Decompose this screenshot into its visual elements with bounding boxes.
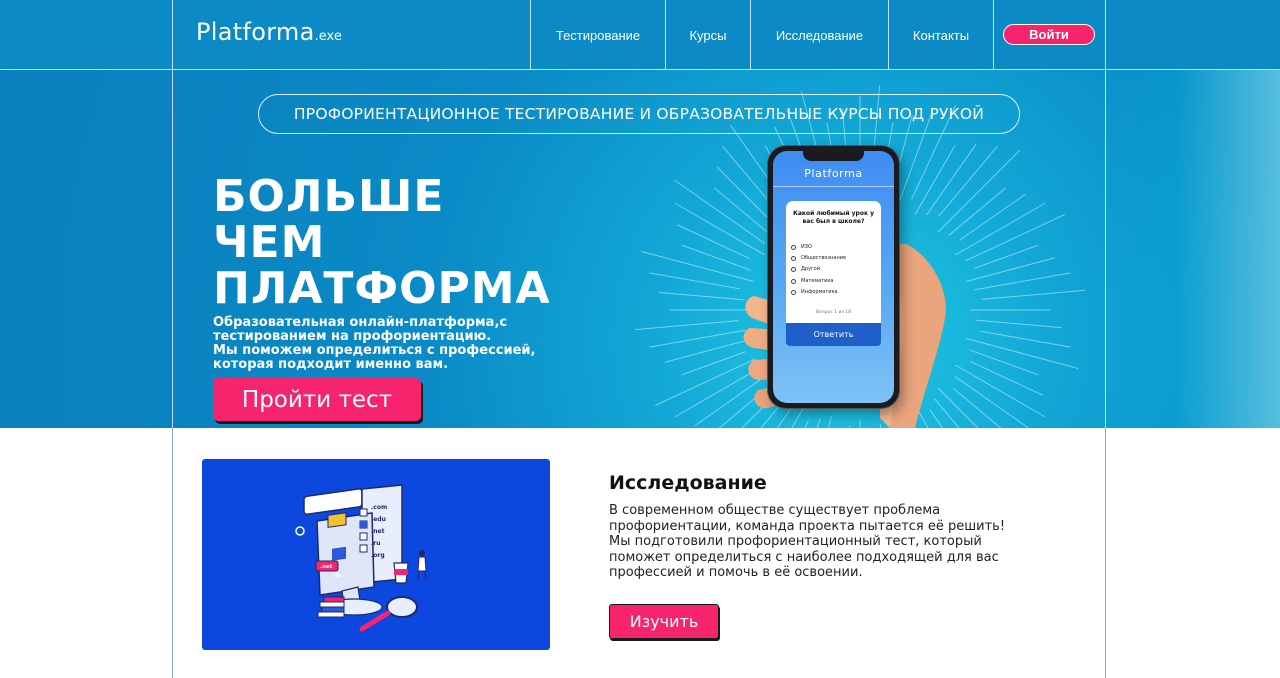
nav-courses[interactable]: Курсы	[666, 0, 750, 70]
quiz-option-label: Другой	[801, 266, 820, 272]
description-line: Образовательная онлайн-платформа,с	[213, 315, 508, 330]
take-test-button[interactable]: Пройти тест	[213, 378, 421, 421]
sunburst-ray	[649, 272, 740, 290]
phone-screen: Platforma Какой любимый урок у вас был в…	[773, 151, 894, 403]
radio-icon	[791, 244, 796, 250]
tag-edu: .edu	[371, 516, 386, 523]
radio-icon	[791, 278, 796, 284]
phone-divider	[773, 186, 894, 187]
quiz-option: ИЗО	[791, 244, 812, 250]
quiz-card: Какой любимый урок у вас был в школе? ИЗ…	[786, 201, 881, 329]
quiz-option: Информатика	[791, 289, 838, 295]
nav-contacts[interactable]: Контакты	[889, 0, 993, 70]
quiz-question: Какой любимый урок у вас был в школе?	[792, 210, 875, 225]
site-header: Platforma.exe Тестирование Курсы Исследо…	[0, 0, 1280, 70]
header-divider	[1105, 0, 1106, 70]
tag-org: .org	[371, 552, 385, 559]
study-button[interactable]: Изучить	[609, 604, 719, 639]
research-text-line: профориентации, команда проекта пытается…	[609, 518, 1006, 534]
content-divider	[1105, 428, 1106, 678]
quiz-option-label: ИЗО	[801, 244, 812, 250]
hero-divider	[172, 70, 173, 428]
research-illustration: .com .edu .net .ru .org .net in	[202, 459, 550, 650]
tag-ru: .ru	[371, 540, 381, 547]
research-text-line: В современном обществе существует пробле…	[609, 503, 941, 518]
quiz-option-label: Обществознание	[801, 255, 847, 261]
sunburst-ray	[641, 251, 754, 283]
nav-testing[interactable]: Тестирование	[531, 0, 665, 70]
hero-headline: БОЛЬШЕ ЧЕМ ПЛАТФОРМА	[213, 174, 633, 312]
headline-line: ПЛАТФОРМА	[213, 263, 551, 314]
phone-notch	[803, 151, 864, 161]
phone-app-title: Platforma	[804, 167, 863, 180]
research-text-line: Мы подготовили профориентационный тест, …	[609, 534, 982, 550]
research-title: Исследование	[609, 472, 767, 494]
phone-mockup: Platforma Какой любимый урок у вас был в…	[768, 146, 899, 408]
research-description: В современном обществе существует пробле…	[609, 503, 1079, 581]
hero-tagline: ПРОФОРИЕНТАЦИОННОЕ ТЕСТИРОВАНИЕ И ОБРАЗО…	[258, 94, 1020, 134]
logo-suffix: .exe	[314, 29, 342, 44]
monitor-illustration: .com .edu .net .ru .org .net in	[295, 484, 427, 632]
radio-icon	[791, 289, 796, 295]
tag-in-badge: in	[335, 573, 341, 579]
quiz-option-label: Математика	[801, 278, 834, 284]
content-divider	[172, 428, 173, 678]
login-button[interactable]: Войти	[1003, 24, 1095, 45]
site-logo[interactable]: Platforma.exe	[196, 18, 342, 46]
description-line: которая подходит именно вам.	[213, 357, 449, 372]
sunburst-ray	[634, 320, 739, 331]
headline-line: ЧЕМ	[213, 217, 326, 268]
radio-icon	[791, 266, 796, 272]
quiz-option: Другой	[791, 266, 820, 272]
research-text-line: профессией и помочь в её освоении.	[609, 565, 863, 581]
tag-net: .net	[371, 528, 385, 535]
quiz-option-label: Информатика	[801, 289, 838, 295]
nav-research[interactable]: Исследование	[751, 0, 888, 70]
quiz-option: Математика	[791, 278, 833, 284]
description-line: Мы поможем определиться с профессией,	[213, 343, 536, 358]
headline-line: БОЛЬШЕ	[213, 171, 445, 222]
quiz-counter: Вопрос 1 из 18	[815, 310, 852, 315]
tag-net-badge: .net	[320, 564, 333, 570]
hero-description: Образовательная онлайн-платформа,с тести…	[213, 316, 573, 372]
quiz-option: Обществознание	[791, 255, 846, 261]
sunburst-ray	[676, 224, 750, 259]
radio-icon	[791, 255, 796, 261]
research-text-line: поможет определиться с наиболее подходящ…	[609, 549, 999, 565]
header-divider	[993, 0, 994, 70]
tag-com: .com	[371, 504, 387, 511]
logo-main: Platforma	[196, 18, 315, 46]
sunburst-ray	[926, 144, 977, 216]
sunburst-ray	[658, 291, 745, 301]
hero-section: ПРОФОРИЕНТАЦИОННОЕ ТЕСТИРОВАНИЕ И ОБРАЗО…	[0, 70, 1280, 428]
hero-divider	[1105, 70, 1106, 428]
description-line: тестированием на профориентацию.	[213, 329, 492, 344]
answer-button: Ответить	[786, 323, 881, 346]
header-divider	[172, 0, 173, 70]
